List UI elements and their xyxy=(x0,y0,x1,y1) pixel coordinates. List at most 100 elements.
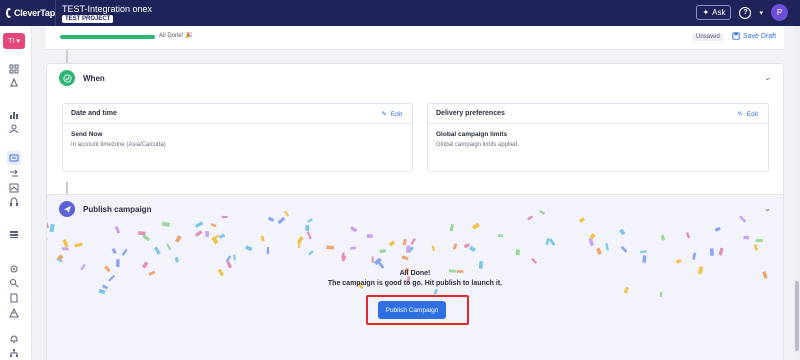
top-bar: CleverTap TEST-Integration onex TEST PRO… xyxy=(0,0,800,26)
confetti-piece xyxy=(640,250,647,253)
confetti-piece xyxy=(619,228,626,236)
campaign-icon[interactable] xyxy=(7,151,21,165)
confetti-piece xyxy=(194,221,204,228)
confetti-piece xyxy=(743,235,750,240)
confetti-piece xyxy=(410,238,416,245)
confetti-piece xyxy=(326,245,335,250)
unsaved-badge: Unsaved xyxy=(693,33,723,41)
confetti-piece xyxy=(49,223,55,233)
confetti-piece xyxy=(111,248,117,255)
confetti-piece xyxy=(709,248,715,256)
confetti-piece xyxy=(350,226,358,233)
confetti-piece xyxy=(205,231,209,237)
edit-label: Edit xyxy=(746,110,758,118)
delivery-limits-title: Global campaign limits xyxy=(436,131,508,138)
done-subtitle: The campaign is good to go. Hit publish … xyxy=(327,280,503,287)
confetti-piece xyxy=(121,248,128,257)
rocket-icon[interactable] xyxy=(9,78,19,88)
clevertap-logo[interactable]: CleverTap xyxy=(0,0,56,26)
delivery-edit-link[interactable]: ✎ Edit xyxy=(737,110,758,119)
chevron-down-icon[interactable]: ▾ xyxy=(759,9,763,17)
alert-icon[interactable] xyxy=(9,308,19,318)
confetti-piece xyxy=(545,238,550,246)
confetti-piece xyxy=(596,247,602,255)
help-icon[interactable]: ? xyxy=(739,6,752,19)
confetti-piece xyxy=(306,231,312,240)
org-chart-icon[interactable] xyxy=(9,348,19,358)
when-section-header[interactable]: When xyxy=(47,64,783,92)
confetti-piece xyxy=(233,254,236,261)
support-icon[interactable] xyxy=(9,197,19,207)
search-icon[interactable] xyxy=(9,278,19,288)
confetti-piece xyxy=(283,210,290,217)
workspace-chip[interactable]: TI ▾ xyxy=(3,33,25,49)
confetti-piece xyxy=(174,257,179,263)
date-time-card: Date and time ✎ Edit Send Now In account… xyxy=(62,103,413,172)
confetti-piece xyxy=(714,226,721,232)
confetti-piece xyxy=(515,249,520,256)
confetti-piece xyxy=(221,215,228,219)
confetti-piece xyxy=(539,210,545,215)
confetti-piece xyxy=(431,245,435,252)
publish-campaign-button[interactable]: Publish Campaign xyxy=(378,301,446,319)
confetti-piece xyxy=(161,221,170,228)
users-icon[interactable] xyxy=(9,124,19,134)
confetti-piece xyxy=(578,217,586,223)
confetti-piece xyxy=(388,240,396,247)
confetti-piece xyxy=(469,245,476,253)
confetti-piece xyxy=(47,221,50,229)
confetti-piece xyxy=(245,245,253,252)
confetti-piece xyxy=(266,247,270,255)
scrollbar-thumb[interactable] xyxy=(795,281,799,351)
page-scrollbar[interactable] xyxy=(794,26,800,360)
sidebar: TI ▾ xyxy=(0,26,32,360)
avatar[interactable]: P xyxy=(771,4,788,21)
date-time-edit-link[interactable]: ✎ Edit xyxy=(381,110,402,119)
journeys-icon[interactable] xyxy=(9,169,19,179)
chevron-down-icon: ▾ xyxy=(16,38,20,45)
confetti-piece xyxy=(527,215,534,221)
confetti-piece xyxy=(153,246,161,255)
save-draft-button[interactable]: Save Draft xyxy=(732,32,776,40)
progress-bar-fill xyxy=(60,35,155,39)
account-name: TEST-Integration onex xyxy=(62,3,153,14)
chevron-down-icon[interactable]: ⌄ xyxy=(764,73,771,82)
docs-icon[interactable] xyxy=(9,293,19,303)
confetti-piece xyxy=(378,262,385,269)
delivery-preferences-card: Delivery preferences ✎ Edit Global campa… xyxy=(427,103,769,172)
notification-icon[interactable] xyxy=(9,334,19,344)
confetti-piece xyxy=(267,216,275,223)
date-time-timezone: In account timezone (Asia/Calcutta) xyxy=(71,142,166,148)
progress-label: All Done! 🎉 xyxy=(159,32,193,39)
confetti-piece xyxy=(379,249,387,254)
confetti-piece xyxy=(308,250,314,256)
catalog-icon[interactable] xyxy=(9,183,19,193)
publish-section: Publish campaign ⌄ All Done! The campaig… xyxy=(46,194,784,360)
confetti-piece xyxy=(620,245,628,253)
date-time-heading: Date and time xyxy=(71,110,117,117)
analytics-icon[interactable] xyxy=(9,110,19,120)
confetti-piece xyxy=(405,245,411,253)
confetti-piece xyxy=(588,237,594,247)
confetti-piece xyxy=(605,242,609,251)
settings-icon[interactable] xyxy=(9,264,19,274)
confetti-piece xyxy=(305,225,310,232)
confetti-piece xyxy=(433,288,439,295)
confetti-piece xyxy=(175,235,182,243)
pencil-icon: ✎ xyxy=(737,111,743,118)
party-popper-icon: 🎉 xyxy=(185,33,193,39)
confetti-piece xyxy=(753,244,758,251)
dashboard-icon[interactable] xyxy=(9,64,19,74)
library-icon[interactable] xyxy=(9,229,19,239)
confetti-piece xyxy=(194,230,203,238)
confetti-piece xyxy=(472,222,480,230)
save-draft-label: Save Draft xyxy=(743,32,777,40)
confetti-piece xyxy=(226,261,232,269)
confetti-piece xyxy=(218,233,226,239)
confetti-piece xyxy=(449,223,455,232)
when-section-title: When xyxy=(83,73,105,83)
confetti-piece xyxy=(366,234,373,239)
account-switcher[interactable]: TEST-Integration onex TEST PROJECT xyxy=(56,4,152,23)
ask-button[interactable]: ✦ Ask xyxy=(696,5,732,20)
confetti-piece xyxy=(62,238,69,248)
